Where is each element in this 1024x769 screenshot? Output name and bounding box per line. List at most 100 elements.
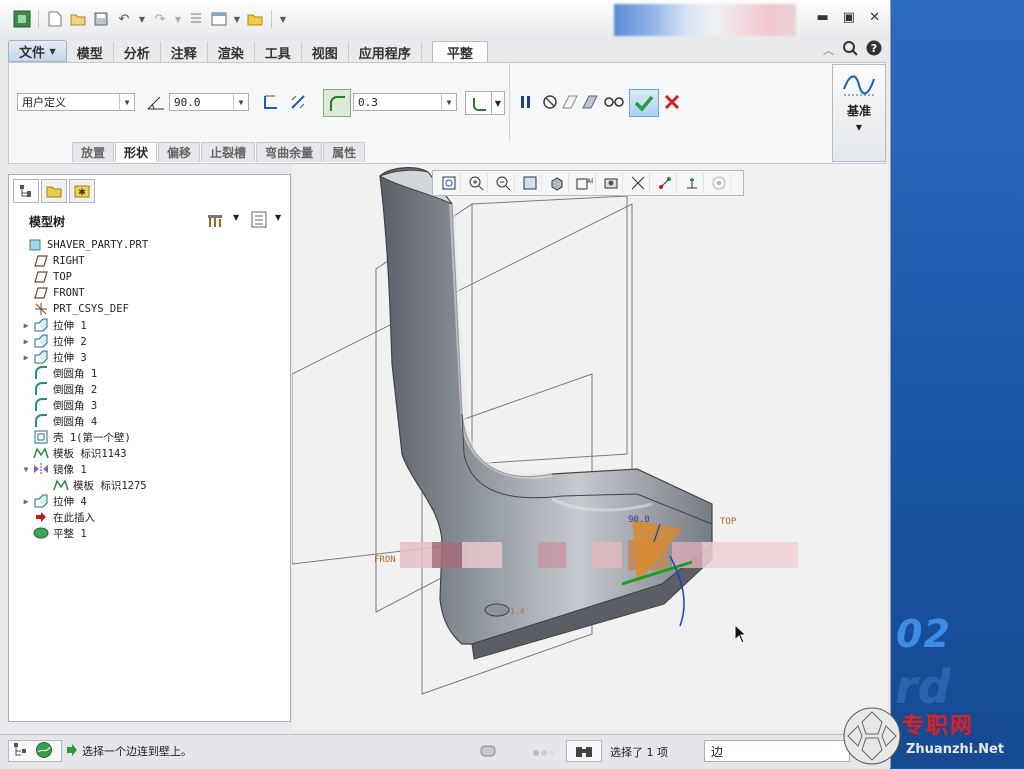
maximize-icon[interactable]: ▣ [843, 10, 855, 25]
angle-dimension-label[interactable]: 90.0 [628, 515, 650, 525]
radius-inside-icon[interactable] [323, 89, 351, 117]
tree-node[interactable]: ▶ 拉伸 3 [9, 349, 290, 365]
datum-group[interactable]: 基准 ▼ [832, 64, 886, 162]
tree-node[interactable]: ▶ 拉伸 1 [9, 317, 290, 333]
view-manager-icon[interactable] [599, 173, 623, 193]
find-button[interactable] [566, 740, 602, 762]
save-icon[interactable] [91, 9, 111, 29]
tree-node[interactable]: RIGHT [9, 253, 290, 269]
tab-applications[interactable]: 应用程序 [349, 42, 422, 62]
checkmark-icon [634, 95, 654, 112]
tab-tools[interactable]: 工具 [255, 42, 302, 62]
search-icon[interactable] [842, 40, 858, 60]
tab-placement[interactable]: 放置 [72, 142, 115, 162]
tree-node[interactable]: SHAVER_PARTY.PRT [9, 237, 290, 253]
tree-node[interactable]: 在此插入 [9, 509, 290, 525]
saved-views-icon[interactable]: AB [572, 173, 596, 193]
folder-open-icon[interactable] [245, 9, 265, 29]
tree-node[interactable]: 壳 1(第一个壁) [9, 429, 290, 445]
tree-node[interactable]: 模板 标识1143 [9, 445, 290, 461]
tab-flatten[interactable]: 平整 [431, 41, 488, 62]
flip-angle-icon[interactable] [287, 91, 309, 113]
close-icon[interactable]: ✕ [869, 10, 880, 25]
customize-toolbar-icon[interactable]: ▼ [278, 9, 288, 29]
graphics-window[interactable]: 90.0 1.4 TOP FRON [292, 164, 888, 730]
separate-preview-icon[interactable] [559, 91, 581, 113]
minimize-ribbon-icon[interactable]: ︿ [823, 42, 834, 58]
expand-toggle-icon[interactable]: ▶ [19, 321, 33, 330]
favorites-tab-icon[interactable]: ✱ [69, 179, 95, 203]
model-tree-tab-icon[interactable] [13, 179, 39, 203]
radius-side-icon[interactable] [465, 91, 493, 115]
expand-toggle-icon[interactable]: ▶ [19, 497, 33, 506]
tab-view[interactable]: 视图 [302, 42, 349, 62]
flatten-shape-combo[interactable]: 用户定义 ▼ [17, 93, 135, 111]
tab-offset[interactable]: 偏移 [158, 142, 201, 162]
datum-display-icon[interactable] [626, 173, 650, 193]
tree-node[interactable]: ▶ 拉伸 4 [9, 493, 290, 509]
zoom-out-icon[interactable] [491, 173, 515, 193]
tree-show-icon[interactable] [251, 211, 269, 232]
regenerate-icon[interactable] [186, 9, 206, 29]
tree-node[interactable]: 平整 1 [9, 525, 290, 541]
tab-relief[interactable]: 止裂槽 [201, 142, 256, 162]
tree-node[interactable]: 倒圆角 1 [9, 365, 290, 381]
close-window-icon[interactable]: ▼ [232, 9, 242, 29]
app-logo-icon[interactable] [12, 9, 32, 29]
expand-toggle-icon[interactable]: ▶ [19, 353, 33, 362]
tree-node[interactable]: ▼ 镜像 1 [9, 461, 290, 477]
tab-properties[interactable]: 属性 [323, 142, 366, 162]
spin-center-icon[interactable] [707, 173, 731, 193]
no-preview-icon[interactable] [539, 91, 561, 113]
tree-node[interactable]: 倒圆角 2 [9, 381, 290, 397]
zoom-in-icon[interactable] [464, 173, 488, 193]
chevron-down-icon[interactable]: ▼ [233, 213, 239, 222]
tree-settings-icon[interactable] [207, 211, 227, 232]
windows-icon[interactable] [209, 9, 229, 29]
csys-display-icon[interactable] [653, 173, 677, 193]
tab-shape[interactable]: 形状 [115, 142, 158, 162]
expand-toggle-icon[interactable]: ▼ [19, 465, 33, 474]
chevron-down-icon[interactable]: ▼ [275, 213, 281, 222]
open-folder-icon[interactable] [68, 9, 88, 29]
tab-file[interactable]: 文件 ▼ [8, 40, 67, 62]
tree-node[interactable]: 倒圆角 4 [9, 413, 290, 429]
display-style-icon[interactable] [545, 173, 569, 193]
redo-icon[interactable]: ↷ [150, 9, 170, 29]
tab-analysis[interactable]: 分析 [114, 42, 161, 62]
new-file-icon[interactable] [45, 9, 65, 29]
tab-annotate[interactable]: 注释 [161, 42, 208, 62]
radius-input[interactable]: 0.3 ▼ [353, 93, 457, 111]
tree-node[interactable]: PRT_CSYS_DEF [9, 301, 290, 317]
verify-preview-icon[interactable] [579, 91, 601, 113]
tree-node-label: 在此插入 [53, 511, 95, 524]
browser-toggle-icon[interactable] [35, 741, 53, 762]
selection-filter[interactable]: 边 [704, 740, 850, 762]
tab-bend-allowance[interactable]: 弯曲余量 [256, 142, 323, 162]
refit-icon[interactable] [437, 173, 461, 193]
undo-icon[interactable]: ↶ [114, 9, 134, 29]
tab-render[interactable]: 渲染 [208, 42, 255, 62]
tree-node[interactable]: 模板 标识1275 [9, 477, 290, 493]
minimize-icon[interactable]: ▬ [817, 10, 829, 25]
radius-side-dropdown[interactable]: ▼ [491, 91, 505, 115]
glasses-icon[interactable] [603, 91, 625, 113]
repaint-icon[interactable] [518, 173, 542, 193]
cancel-button[interactable] [661, 91, 683, 113]
redo-dropdown-icon[interactable]: ▼ [173, 9, 183, 29]
folder-browser-tab-icon[interactable] [41, 179, 67, 203]
tree-node[interactable]: TOP [9, 269, 290, 285]
expand-toggle-icon[interactable]: ▶ [19, 337, 33, 346]
bend-type-icon[interactable] [259, 91, 281, 113]
tree-node[interactable]: ▶ 拉伸 2 [9, 333, 290, 349]
undo-dropdown-icon[interactable]: ▼ [137, 9, 147, 29]
tab-model[interactable]: 模型 [67, 42, 114, 62]
pause-icon[interactable] [515, 91, 537, 113]
tree-node[interactable]: 倒圆角 3 [9, 397, 290, 413]
model-tree-toggle-icon[interactable] [13, 742, 29, 761]
tree-node[interactable]: FRONT [9, 285, 290, 301]
help-icon[interactable]: ? [866, 40, 882, 60]
angle-input[interactable]: 90.0 ▼ [169, 93, 249, 111]
confirm-button[interactable] [629, 89, 659, 117]
annotation-display-icon[interactable] [680, 173, 704, 193]
